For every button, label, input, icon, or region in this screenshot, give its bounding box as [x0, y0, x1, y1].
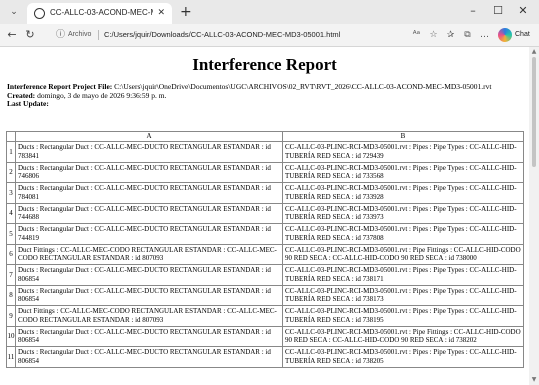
table-header-row: A B [6, 131, 524, 142]
vertical-scrollbar[interactable]: ▲ ▼ [529, 47, 539, 385]
close-icon[interactable]: ✕ [157, 7, 165, 19]
cell-element-a: Ducts : Rectangular Duct : CC-ALLC-MEC-D… [15, 182, 283, 204]
project-file-value: C:\Users\jquir\OneDrive\Documentos\UGC\A… [114, 82, 492, 91]
created-value: domingo, 3 de mayo de 2026 9:36:59 p. m. [37, 90, 167, 100]
favorites-icon[interactable]: ✰ [444, 29, 457, 42]
row-index-cell: 11 [6, 346, 16, 368]
more-icon[interactable]: … [478, 29, 491, 42]
cell-element-a: Ducts : Rectangular Duct : CC-ALLC-MEC-D… [15, 346, 283, 368]
cell-element-b: CC-ALLC-03-PLINC-RCI-MD3-05001.rvt : Pip… [282, 243, 524, 265]
chevron-down-icon[interactable]: ⌄ [7, 6, 21, 19]
cell-element-b: CC-ALLC-03-PLINC-RCI-MD3-05001.rvt : Pip… [282, 305, 524, 327]
cell-element-a: Ducts : Rectangular Duct : CC-ALLC-MEC-D… [15, 325, 283, 347]
globe-icon [34, 8, 45, 19]
row-index-cell: 2 [6, 161, 16, 183]
address-divider [98, 30, 99, 40]
row-index-cell: 9 [6, 305, 16, 327]
row-index-cell: 10 [6, 325, 16, 347]
row-index-cell: 3 [6, 182, 16, 204]
cell-element-a: Duct Fittings : CC-ALLC-MEC-CODO RECTANG… [15, 305, 283, 327]
column-header-index [6, 131, 16, 142]
table-row: 4 Ducts : Rectangular Duct : CC-ALLC-MEC-… [6, 202, 524, 224]
report-metadata: Interference Report Project File: C:\Use… [7, 82, 522, 109]
address-scheme-label: Archivo [68, 31, 92, 38]
cell-element-a: Ducts : Rectangular Duct : CC-ALLC-MEC-D… [15, 264, 283, 286]
column-header-a: A [15, 131, 283, 142]
table-row: 11 Ducts : Rectangular Duct : CC-ALLC-MEC… [6, 346, 524, 368]
new-tab-button[interactable]: + [180, 4, 192, 20]
back-arrow-icon[interactable]: ← [5, 28, 19, 42]
cell-element-a: Ducts : Rectangular Duct : CC-ALLC-MEC-D… [15, 141, 283, 163]
page-content: Interference Report Interference Report … [0, 47, 529, 385]
cell-element-b: CC-ALLC-03-PLINC-RCI-MD3-05001.rvt : Pip… [282, 182, 524, 204]
tab-title: CC-ALLC-03-ACOND-MEC-MD3-0 [50, 8, 153, 17]
star-icon[interactable]: ☆ [427, 29, 440, 42]
cell-element-a: Ducts : Rectangular Duct : CC-ALLC-MEC-D… [15, 284, 283, 306]
nav-bar: ← ↻ ⓘ Archivo C:/Users/jquir/Downloads/C… [0, 24, 539, 47]
window-close-button[interactable]: ✕ [515, 4, 531, 18]
cell-element-b: CC-ALLC-03-PLINC-RCI-MD3-05001.rvt : Pip… [282, 223, 524, 245]
row-index-cell: 1 [6, 141, 16, 163]
last-update-label: Last Update: [7, 99, 49, 108]
minimize-button[interactable]: – [465, 4, 481, 18]
scroll-up-icon[interactable]: ▲ [530, 48, 538, 56]
cell-element-a: Duct Fittings : CC-ALLC-MEC-CODO RECTANG… [15, 243, 283, 265]
browser-chrome: ⌄ CC-ALLC-03-ACOND-MEC-MD3-0 ✕ + – ☐ ✕ ←… [0, 0, 539, 47]
cell-element-b: CC-ALLC-03-PLINC-RCI-MD3-05001.rvt : Pip… [282, 325, 524, 347]
read-aloud-icon[interactable]: ᴬᵃ [410, 29, 423, 42]
column-header-b: B [282, 131, 524, 142]
table-body: 1 Ducts : Rectangular Duct : CC-ALLC-MEC-… [6, 141, 524, 368]
maximize-button[interactable]: ☐ [490, 4, 506, 18]
table-row: 10 Ducts : Rectangular Duct : CC-ALLC-MEC… [6, 325, 524, 347]
row-index-cell: 4 [6, 202, 16, 224]
cell-element-a: Ducts : Rectangular Duct : CC-ALLC-MEC-D… [15, 223, 283, 245]
url-text[interactable]: C:/Users/jquir/Downloads/CC-ALLC-03-ACON… [104, 29, 340, 41]
extensions-icon[interactable]: ⧉ [461, 29, 474, 42]
cell-element-b: CC-ALLC-03-PLINC-RCI-MD3-05001.rvt : Pip… [282, 161, 524, 183]
row-index-cell: 5 [6, 223, 16, 245]
cell-element-b: CC-ALLC-03-PLINC-RCI-MD3-05001.rvt : Pip… [282, 264, 524, 286]
cell-element-a: Ducts : Rectangular Duct : CC-ALLC-MEC-D… [15, 202, 283, 224]
table-row: 8 Ducts : Rectangular Duct : CC-ALLC-MEC-… [6, 284, 524, 306]
table-row: 6 Duct Fittings : CC-ALLC-MEC-CODO RECTAN… [6, 243, 524, 265]
row-index-cell: 8 [6, 284, 16, 306]
tab-bar: ⌄ CC-ALLC-03-ACOND-MEC-MD3-0 ✕ + – ☐ ✕ [0, 0, 539, 24]
cell-element-b: CC-ALLC-03-PLINC-RCI-MD3-05001.rvt : Pip… [282, 284, 524, 306]
table-row: 9 Duct Fittings : CC-ALLC-MEC-CODO RECTAN… [6, 305, 524, 327]
copilot-icon[interactable] [498, 28, 512, 42]
table-row: 5 Ducts : Rectangular Duct : CC-ALLC-MEC-… [6, 223, 524, 245]
scroll-down-icon[interactable]: ▼ [530, 376, 538, 384]
scrollbar-thumb[interactable] [532, 57, 536, 167]
reload-icon[interactable]: ↻ [23, 28, 37, 42]
tab-report[interactable]: CC-ALLC-03-ACOND-MEC-MD3-0 ✕ [27, 3, 172, 24]
last-update-line: Last Update: [7, 99, 522, 109]
created-line: Created: domingo, 3 de mayo de 2026 9:36… [7, 90, 522, 101]
row-index-cell: 6 [6, 243, 16, 265]
table-row: 7 Ducts : Rectangular Duct : CC-ALLC-MEC-… [6, 264, 524, 286]
page-title: Interference Report [192, 55, 337, 74]
cell-element-b: CC-ALLC-03-PLINC-RCI-MD3-05001.rvt : Pip… [282, 141, 524, 163]
table-row: 3 Ducts : Rectangular Duct : CC-ALLC-MEC-… [6, 182, 524, 204]
cell-element-a: Ducts : Rectangular Duct : CC-ALLC-MEC-D… [15, 161, 283, 183]
row-index-cell: 7 [6, 264, 16, 286]
table-row: 2 Ducts : Rectangular Duct : CC-ALLC-MEC-… [6, 161, 524, 183]
cell-element-b: CC-ALLC-03-PLINC-RCI-MD3-05001.rvt : Pip… [282, 346, 524, 368]
interference-table: A B 1 Ducts : Rectangular Duct : CC-ALLC-… [6, 131, 524, 368]
chat-label[interactable]: Chat [515, 30, 530, 40]
cell-element-b: CC-ALLC-03-PLINC-RCI-MD3-05001.rvt : Pip… [282, 202, 524, 224]
table-row: 1 Ducts : Rectangular Duct : CC-ALLC-MEC-… [6, 141, 524, 163]
info-icon[interactable]: ⓘ [56, 28, 65, 42]
